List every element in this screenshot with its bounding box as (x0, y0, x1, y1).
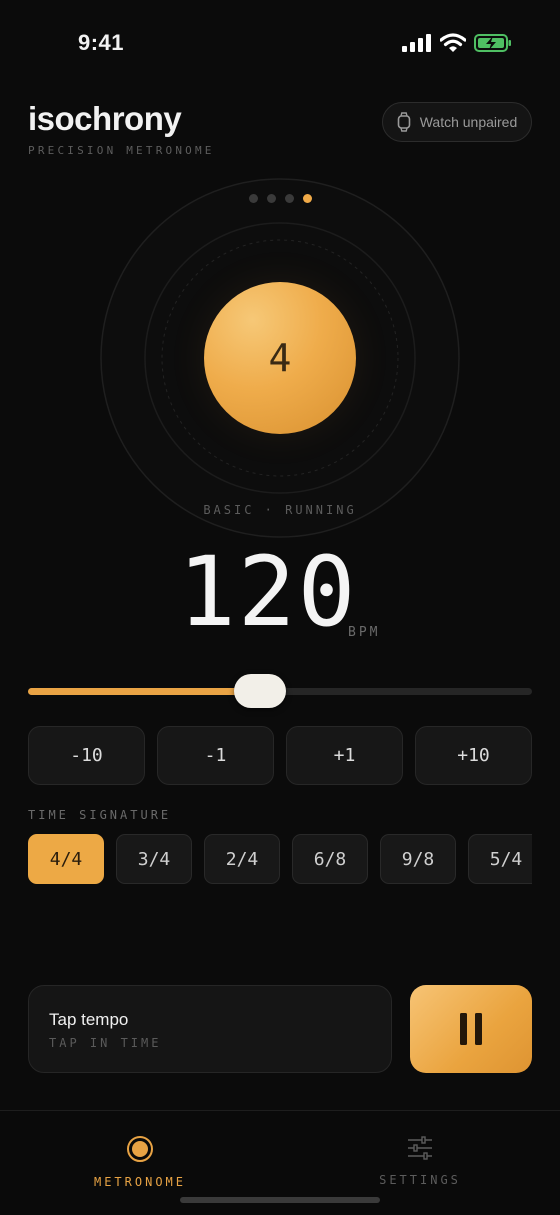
tempo-slider[interactable] (28, 674, 532, 708)
beat-dot-active (302, 194, 312, 203)
wifi-icon (440, 33, 466, 52)
pause-button[interactable] (410, 985, 532, 1073)
beat-indicator (0, 194, 560, 203)
bpm-unit: BPM (348, 625, 381, 640)
tempo-slider-fill (28, 688, 260, 695)
time-signature-3-4[interactable]: 3/4 (116, 834, 192, 884)
time-signature-2-4[interactable]: 2/4 (204, 834, 280, 884)
tab-settings[interactable]: SETTINGS (340, 1135, 500, 1187)
beat-dot (248, 194, 258, 203)
metronome-icon (127, 1136, 153, 1162)
tab-metronome[interactable]: METRONOME (60, 1135, 220, 1189)
app-subtitle: PRECISION METRONOME (28, 144, 215, 157)
current-beat: 4 (268, 336, 292, 380)
plus-10-button[interactable]: +10 (415, 726, 532, 785)
time-signature-label: TIME SIGNATURE (28, 808, 172, 822)
sliders-icon (408, 1136, 432, 1160)
beat-orb: 4 (204, 282, 356, 434)
beat-dot (284, 194, 294, 203)
bpm-value: 120 (178, 536, 358, 648)
battery-charging-icon (474, 34, 511, 52)
tap-tempo-button[interactable]: Tap tempo TAP IN TIME (28, 985, 392, 1073)
app-title: isochrony (28, 100, 182, 137)
tap-tempo-subtitle: TAP IN TIME (49, 1036, 162, 1050)
time-signature-6-8[interactable]: 6/8 (292, 834, 368, 884)
status-time: 9:41 (78, 30, 125, 55)
watch-icon (397, 112, 411, 132)
tab-settings-label: SETTINGS (379, 1173, 461, 1187)
pause-icon (460, 1013, 482, 1045)
tap-tempo-title: Tap tempo (49, 1010, 129, 1029)
beat-dot (266, 194, 276, 203)
minus-1-button[interactable]: -1 (157, 726, 274, 785)
status-icons (402, 33, 512, 53)
minus-10-button[interactable]: -10 (28, 726, 145, 785)
time-signature-9-8[interactable]: 9/8 (380, 834, 456, 884)
time-signature-4-4[interactable]: 4/4 (28, 834, 104, 884)
tab-metronome-label: METRONOME (93, 1175, 187, 1189)
tempo-step-buttons: -10 -1 +1 +10 (28, 726, 532, 785)
watch-status-label: Watch unpaired (419, 114, 518, 130)
home-indicator (180, 1197, 380, 1203)
tempo-slider-thumb[interactable] (233, 674, 286, 708)
plus-1-button[interactable]: +1 (286, 726, 403, 785)
mode-status: BASIC · RUNNING (203, 503, 357, 517)
time-signature-scroller[interactable]: 4/4 3/4 2/4 6/8 9/8 5/4 (28, 834, 532, 884)
time-signature-5-4[interactable]: 5/4 (468, 834, 532, 884)
cellular-icon (402, 34, 431, 52)
watch-status-button[interactable]: Watch unpaired (382, 102, 532, 142)
